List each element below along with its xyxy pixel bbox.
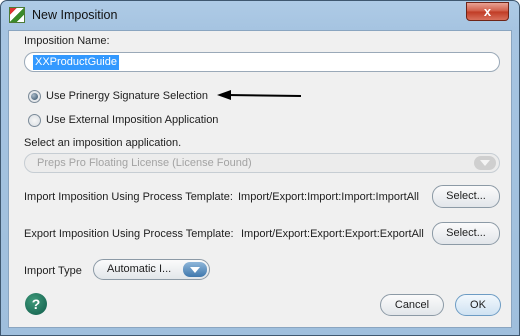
external-application-radio[interactable] — [28, 114, 41, 127]
import-template-path: Import/Export:Import:Import:ImportAll — [238, 191, 419, 203]
external-application-label[interactable]: Use External Imposition Application — [46, 114, 218, 126]
close-icon: x — [483, 4, 492, 19]
dialog-window: New Imposition x Imposition Name: XXProd… — [0, 0, 520, 336]
window-title: New Imposition — [32, 8, 118, 22]
application-select-value: Preps Pro Floating License (License Foun… — [37, 157, 252, 169]
dialog-content: Imposition Name: XXProductGuide Use Prin… — [8, 30, 512, 328]
export-select-label: Select... — [446, 227, 486, 239]
title-bar[interactable]: New Imposition x — [1, 1, 519, 30]
export-select-button[interactable]: Select... — [432, 222, 500, 245]
imposition-name-value: XXProductGuide — [33, 55, 119, 70]
cancel-button[interactable]: Cancel — [380, 294, 444, 316]
cancel-label: Cancel — [394, 299, 430, 311]
app-icon — [9, 7, 25, 23]
import-type-label: Import Type — [24, 265, 82, 277]
import-type-value: Automatic I... — [107, 263, 172, 275]
signature-selection-label[interactable]: Use Prinergy Signature Selection — [46, 90, 208, 102]
select-application-label: Select an imposition application. — [24, 137, 182, 149]
application-select: Preps Pro Floating License (License Foun… — [24, 153, 500, 173]
dropdown-arrow-icon — [474, 156, 496, 170]
signature-selection-radio[interactable] — [28, 90, 41, 103]
import-template-label: Import Imposition Using Process Template… — [24, 191, 233, 203]
close-button[interactable]: x — [466, 2, 509, 21]
export-template-path: Import/Export:Export:Export:ExportAll — [241, 228, 424, 240]
export-template-label: Export Imposition Using Process Template… — [24, 228, 234, 240]
ok-label: OK — [470, 299, 486, 311]
import-type-dropdown[interactable]: Automatic I... — [93, 259, 210, 280]
help-icon: ? — [31, 296, 41, 312]
imposition-name-input[interactable]: XXProductGuide — [24, 52, 500, 72]
import-select-button[interactable]: Select... — [432, 185, 500, 208]
dropdown-arrow-icon — [183, 262, 207, 277]
arrow-annotation — [217, 90, 302, 100]
ok-button[interactable]: OK — [455, 294, 501, 316]
imposition-name-label: Imposition Name: — [24, 35, 110, 47]
import-select-label: Select... — [446, 190, 486, 202]
help-button[interactable]: ? — [25, 293, 47, 315]
